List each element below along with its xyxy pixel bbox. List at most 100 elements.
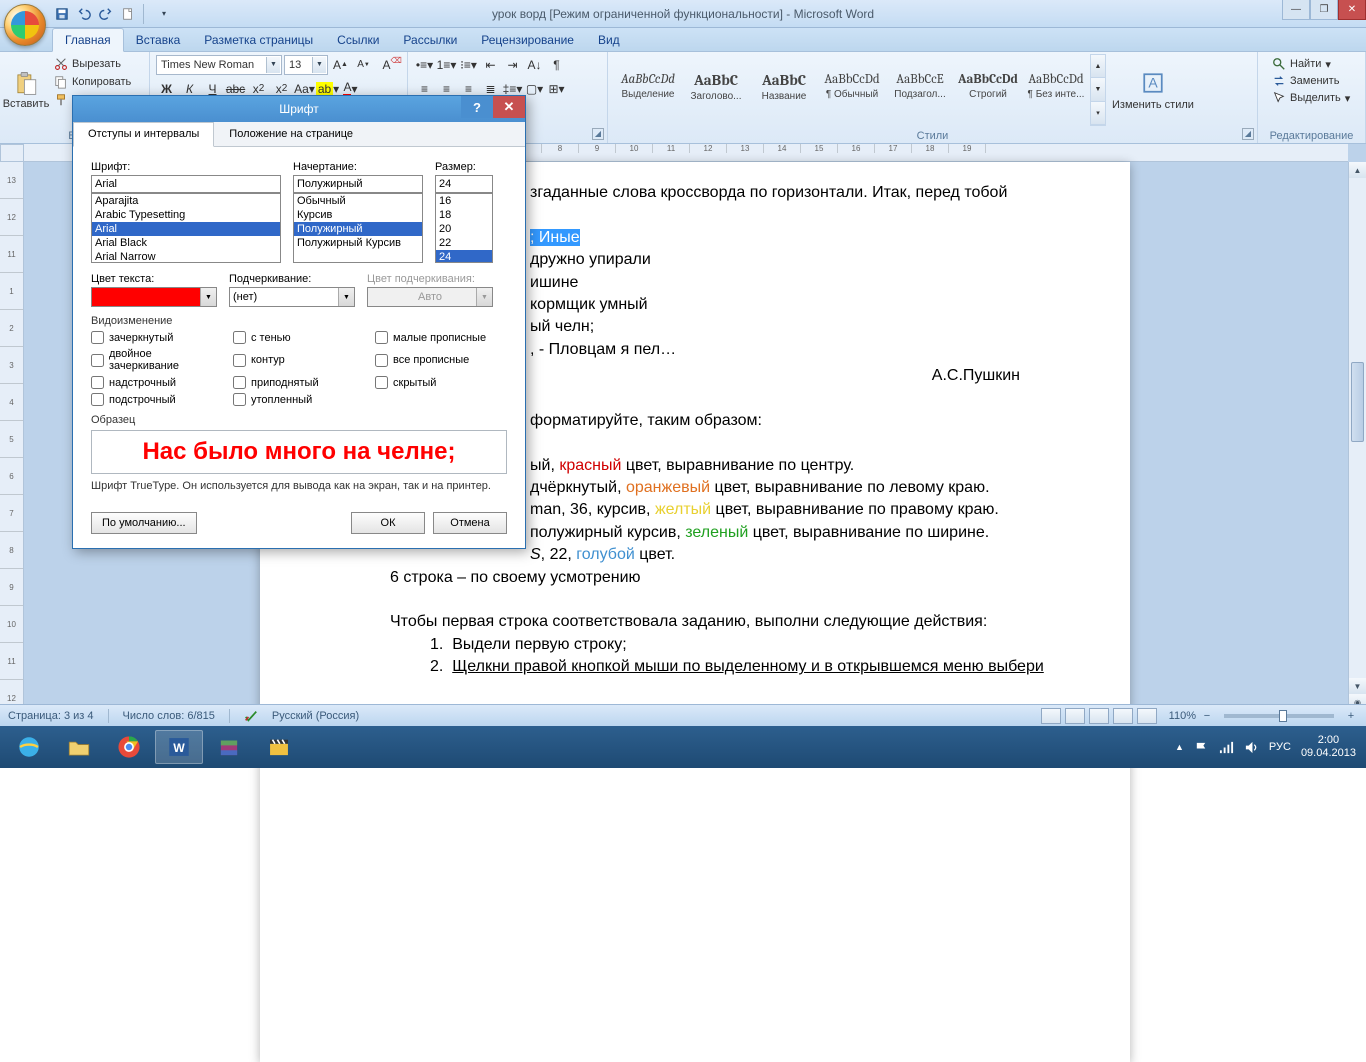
select-button[interactable]: Выделить ▾: [1268, 90, 1355, 106]
view-print-layout[interactable]: [1041, 708, 1061, 724]
view-web[interactable]: [1089, 708, 1109, 724]
ok-button[interactable]: ОК: [351, 512, 425, 534]
copy-button[interactable]: Копировать: [50, 74, 135, 90]
taskbar-chrome[interactable]: [105, 730, 153, 764]
list-item[interactable]: Arabic Typesetting: [92, 208, 280, 222]
tab-home[interactable]: Главная: [52, 28, 124, 52]
styles-gallery[interactable]: AaBbCcDdВыделениеAaBbCЗаголово...AaBbCНа…: [614, 54, 1090, 118]
paste-button[interactable]: Вставить: [6, 54, 46, 126]
taskbar-winrar[interactable]: [205, 730, 253, 764]
clear-formatting-button[interactable]: A⌫: [376, 54, 397, 75]
font-color-select[interactable]: ▼: [91, 287, 217, 307]
styles-dialog-launcher[interactable]: ◢: [1242, 128, 1254, 140]
minimize-button[interactable]: —: [1282, 0, 1310, 20]
spellcheck-icon[interactable]: [244, 709, 258, 723]
find-button[interactable]: Найти ▾: [1268, 56, 1355, 72]
tray-clock[interactable]: 2:00 09.04.2013: [1301, 734, 1356, 760]
tray-language[interactable]: РУС: [1269, 741, 1291, 753]
tab-review[interactable]: Рецензирование: [469, 29, 586, 51]
list-item[interactable]: Обычный: [294, 194, 422, 208]
tab-layout[interactable]: Разметка страницы: [192, 29, 325, 51]
volume-icon[interactable]: [1244, 740, 1259, 755]
list-item[interactable]: 20: [436, 222, 492, 236]
effect-checkbox[interactable]: скрытый: [375, 376, 507, 389]
font-size-input[interactable]: [435, 175, 493, 193]
shrink-font-button[interactable]: A▼: [353, 54, 374, 75]
decrease-indent-button[interactable]: ⇤: [480, 54, 501, 75]
network-icon[interactable]: [1219, 740, 1234, 755]
increase-indent-button[interactable]: ⇥: [502, 54, 523, 75]
tab-mailings[interactable]: Рассылки: [391, 29, 469, 51]
scroll-up-icon[interactable]: ▲: [1349, 162, 1366, 178]
styles-gallery-scroll[interactable]: ▲▼▾: [1090, 54, 1106, 126]
style-item[interactable]: AaBbCcDdСтрогий: [954, 54, 1022, 118]
show-marks-button[interactable]: ¶: [546, 54, 567, 75]
cut-button[interactable]: Вырезать: [50, 56, 135, 72]
effect-checkbox[interactable]: с тенью: [233, 331, 365, 344]
effect-checkbox[interactable]: все прописные: [375, 348, 507, 372]
list-item[interactable]: Arial Black: [92, 236, 280, 250]
list-item[interactable]: Полужирный: [294, 222, 422, 236]
font-size-combo[interactable]: 13▼: [284, 55, 328, 75]
style-item[interactable]: AaBbCcEПодзагол...: [886, 54, 954, 118]
numbering-button[interactable]: 1≡▾: [436, 54, 457, 75]
effect-checkbox[interactable]: утопленный: [233, 393, 365, 406]
view-outline[interactable]: [1113, 708, 1133, 724]
style-item[interactable]: AaBbCЗаголово...: [682, 54, 750, 118]
zoom-slider[interactable]: [1224, 714, 1334, 718]
status-language[interactable]: Русский (Россия): [272, 710, 359, 722]
replace-button[interactable]: Заменить: [1268, 73, 1355, 89]
close-button[interactable]: ✕: [1338, 0, 1366, 20]
style-item[interactable]: AaBbCcDdВыделение: [614, 54, 682, 118]
borders-button[interactable]: ⊞▾: [546, 78, 567, 99]
list-item[interactable]: Aparajita: [92, 194, 280, 208]
list-item[interactable]: Полужирный Курсив: [294, 236, 422, 250]
scroll-down-icon[interactable]: ▼: [1349, 678, 1366, 694]
maximize-button[interactable]: ❐: [1310, 0, 1338, 20]
office-button[interactable]: [4, 4, 46, 46]
dialog-help-button[interactable]: ?: [461, 96, 493, 118]
style-list[interactable]: ОбычныйКурсивПолужирныйПолужирный Курсив: [293, 193, 423, 263]
dialog-close-button[interactable]: ✕: [493, 96, 525, 118]
style-item[interactable]: AaBbCcDd¶ Обычный: [818, 54, 886, 118]
list-item[interactable]: 16: [436, 194, 492, 208]
default-button[interactable]: По умолчанию...: [91, 512, 197, 534]
effect-checkbox[interactable]: подстрочный: [91, 393, 223, 406]
list-item[interactable]: Arial Narrow: [92, 250, 280, 263]
list-item[interactable]: 18: [436, 208, 492, 222]
flag-icon[interactable]: [1194, 740, 1209, 755]
zoom-out-button[interactable]: −: [1200, 710, 1214, 722]
list-item[interactable]: 24: [436, 250, 492, 263]
taskbar-media[interactable]: [255, 730, 303, 764]
list-item[interactable]: Курсив: [294, 208, 422, 222]
dialog-tab-position[interactable]: Положение на странице: [214, 122, 368, 146]
multilevel-button[interactable]: ⁝≡▾: [458, 54, 479, 75]
effect-checkbox[interactable]: приподнятый: [233, 376, 365, 389]
vertical-ruler[interactable]: 131211123456789101112: [0, 162, 24, 726]
list-item[interactable]: Arial: [92, 222, 280, 236]
change-styles-button[interactable]: A Изменить стили: [1106, 54, 1200, 126]
view-draft[interactable]: [1137, 708, 1157, 724]
effect-checkbox[interactable]: надстрочный: [91, 376, 223, 389]
vertical-scrollbar[interactable]: ▲ ▼ ◉ ▼: [1348, 162, 1366, 726]
font-style-input[interactable]: [293, 175, 423, 193]
status-page[interactable]: Страница: 3 из 4: [8, 710, 94, 722]
effect-checkbox[interactable]: двойное зачеркивание: [91, 348, 223, 372]
zoom-in-button[interactable]: +: [1344, 710, 1358, 722]
style-item[interactable]: AaBbCcDd¶ Без инте...: [1022, 54, 1090, 118]
tab-references[interactable]: Ссылки: [325, 29, 391, 51]
sort-button[interactable]: A↓: [524, 54, 545, 75]
bullets-button[interactable]: •≡▾: [414, 54, 435, 75]
zoom-level[interactable]: 110%: [1169, 710, 1196, 722]
effect-checkbox[interactable]: малые прописные: [375, 331, 507, 344]
font-name-input[interactable]: [91, 175, 281, 193]
dialog-tab-indents[interactable]: Отступы и интервалы: [73, 122, 214, 147]
taskbar-word[interactable]: W: [155, 730, 203, 764]
style-item[interactable]: AaBbCНазвание: [750, 54, 818, 118]
font-family-combo[interactable]: Times New Roman▼: [156, 55, 282, 75]
font-list[interactable]: AparajitaArabic TypesettingArialArial Bl…: [91, 193, 281, 263]
shading-button[interactable]: ▢▾: [524, 78, 545, 99]
view-full-screen[interactable]: [1065, 708, 1085, 724]
effect-checkbox[interactable]: контур: [233, 348, 365, 372]
dialog-title-bar[interactable]: Шрифт ? ✕: [73, 96, 525, 122]
